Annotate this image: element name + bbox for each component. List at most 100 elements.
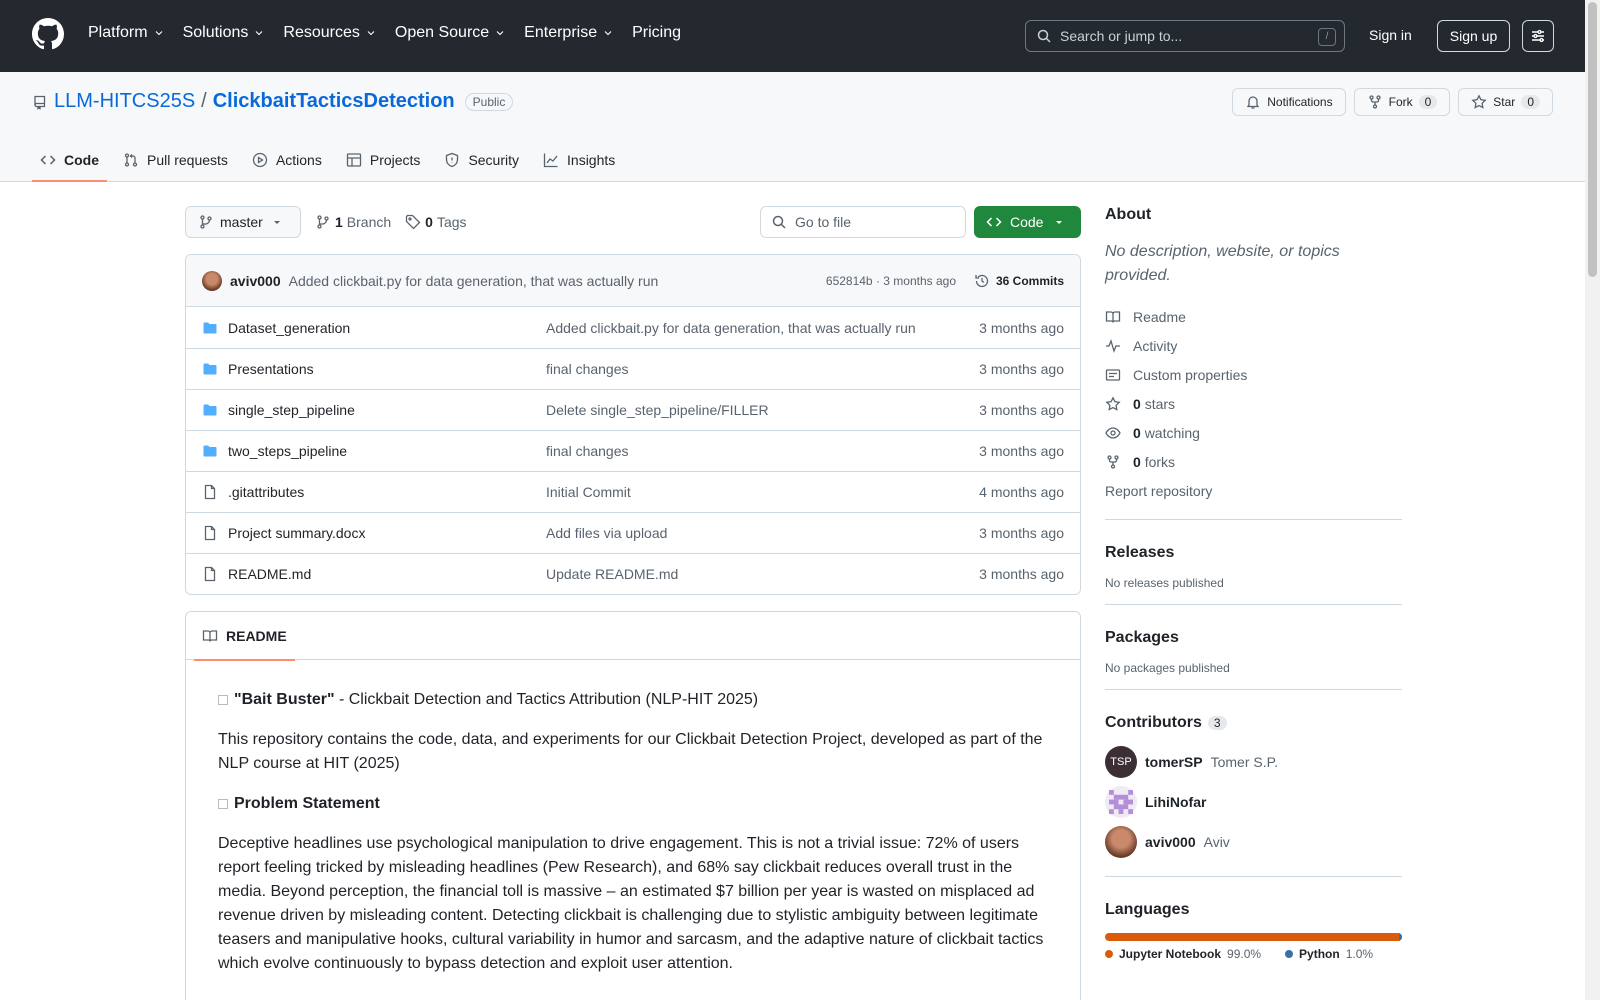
file-name-link[interactable]: Project summary.docx bbox=[228, 525, 546, 541]
chevron-down-icon bbox=[604, 31, 612, 36]
page-scrollbar[interactable] bbox=[1585, 0, 1600, 1000]
nav-resources[interactable]: Resources bbox=[283, 24, 376, 42]
git-branch-icon bbox=[317, 215, 329, 229]
tab-insights[interactable]: Insights bbox=[535, 138, 623, 182]
github-logo-icon[interactable] bbox=[32, 18, 64, 50]
star-button[interactable]: Star 0 bbox=[1458, 88, 1553, 116]
commits-history-link[interactable]: 36 Commits bbox=[974, 273, 1064, 289]
file-commit-date: 3 months ago bbox=[979, 361, 1064, 377]
tab-code[interactable]: Code bbox=[32, 138, 107, 182]
graph-icon bbox=[543, 153, 558, 168]
readme-tab[interactable]: README bbox=[194, 612, 295, 661]
repo-owner-link[interactable]: LLM-HITCS25S bbox=[54, 90, 195, 113]
file-commit-message-link[interactable]: Add files via upload bbox=[546, 525, 966, 541]
file-commit-message-link[interactable]: Update README.md bbox=[546, 566, 966, 582]
fork-button[interactable]: Fork 0 bbox=[1353, 88, 1451, 116]
file-row[interactable]: Presentations final changes 3 months ago bbox=[186, 348, 1080, 389]
file-commit-date: 3 months ago bbox=[979, 525, 1064, 541]
contributors-heading[interactable]: Contributors 3 bbox=[1105, 714, 1402, 732]
releases-section: Releases No releases published bbox=[1105, 519, 1402, 590]
nav-enterprise[interactable]: Enterprise bbox=[524, 24, 614, 42]
go-to-file-input[interactable]: Go to file bbox=[760, 206, 966, 238]
file-name-link[interactable]: Dataset_generation bbox=[228, 320, 546, 336]
language-bar-python-segment bbox=[1399, 933, 1402, 941]
file-commit-date: 3 months ago bbox=[979, 319, 1064, 336]
file-list: Dataset_generation Added clickbait.py for… bbox=[186, 307, 1080, 594]
stars-link[interactable]: 0 stars bbox=[1105, 389, 1402, 418]
file-name-link[interactable]: .gitattributes bbox=[228, 484, 546, 500]
packages-empty-text: No packages published bbox=[1105, 661, 1230, 675]
book-icon bbox=[1105, 310, 1121, 323]
file-row[interactable]: Dataset_generation Added clickbait.py for… bbox=[186, 307, 1080, 348]
file-row[interactable]: two_steps_pipeline final changes 3 months … bbox=[186, 430, 1080, 471]
nav-open-source[interactable]: Open Source bbox=[395, 24, 506, 42]
file-commit-message-link[interactable]: Delete single_step_pipeline/FILLER bbox=[546, 402, 966, 418]
file-commit-message-link[interactable]: Added clickbait.py for data generation, … bbox=[546, 320, 966, 336]
shield-icon bbox=[446, 152, 459, 168]
tab-pull-requests[interactable]: Pull requests bbox=[115, 138, 236, 182]
file-name-link[interactable]: two_steps_pipeline bbox=[228, 443, 546, 459]
file-row[interactable]: Project summary.docx Add files via upload… bbox=[186, 512, 1080, 553]
report-repository-link[interactable]: Report repository bbox=[1105, 476, 1402, 505]
avatar[interactable] bbox=[202, 270, 222, 291]
history-icon bbox=[975, 274, 989, 288]
contributor-item[interactable]: LihiNofar bbox=[1105, 782, 1402, 822]
notifications-button[interactable]: Notifications bbox=[1232, 88, 1346, 116]
file-icon bbox=[204, 566, 216, 582]
file-commit-message-link[interactable]: Initial Commit bbox=[546, 484, 966, 500]
chevron-down-icon bbox=[256, 31, 263, 36]
watching-link[interactable]: 0 watching bbox=[1105, 418, 1402, 447]
file-commit-message-link[interactable]: final changes bbox=[546, 443, 966, 459]
releases-heading[interactable]: Releases bbox=[1105, 544, 1402, 562]
repo-name-link[interactable]: ClickbaitTacticsDetection bbox=[213, 90, 455, 113]
sign-in-link[interactable]: Sign in bbox=[1369, 27, 1412, 43]
packages-heading[interactable]: Packages bbox=[1105, 629, 1402, 647]
code-dropdown-button[interactable]: Code bbox=[974, 206, 1081, 238]
scrollbar-thumb[interactable] bbox=[1588, 2, 1597, 277]
file-row[interactable]: .gitattributes Initial Commit 4 months ago bbox=[186, 471, 1080, 512]
avatar: TSP bbox=[1105, 746, 1137, 778]
nav-platform[interactable]: Platform bbox=[88, 24, 165, 42]
branches-link[interactable]: 1 Branch bbox=[315, 214, 391, 230]
repo-header: LLM-HITCS25S / ClickbaitTacticsDetection… bbox=[0, 72, 1585, 182]
file-row[interactable]: single_step_pipeline Delete single_step_p… bbox=[186, 389, 1080, 430]
language-item[interactable]: Jupyter Notebook 99.0% bbox=[1105, 947, 1261, 961]
sliders-icon bbox=[1532, 29, 1544, 43]
readme-title: "Bait Buster" - Clickbait Detection and … bbox=[218, 688, 1048, 712]
branch-selector[interactable]: master bbox=[185, 206, 301, 238]
commit-message-link[interactable]: Added clickbait.py for data generation, … bbox=[289, 273, 659, 289]
commit-author-link[interactable]: aviv000 bbox=[230, 273, 281, 289]
repo-title: LLM-HITCS25S / ClickbaitTacticsDetection… bbox=[32, 90, 514, 113]
file-name-link[interactable]: README.md bbox=[228, 566, 546, 582]
folder-icon bbox=[203, 363, 217, 375]
nav-solutions[interactable]: Solutions bbox=[183, 24, 266, 42]
sign-up-button[interactable]: Sign up bbox=[1437, 20, 1510, 52]
contributor-item[interactable]: TSP tomerSP Tomer S.P. bbox=[1105, 742, 1402, 782]
tab-actions[interactable]: Actions bbox=[244, 138, 330, 182]
language-list: Jupyter Notebook 99.0% Python 1.0% bbox=[1105, 947, 1402, 961]
readme-link[interactable]: Readme bbox=[1105, 302, 1402, 331]
nav-pricing[interactable]: Pricing bbox=[632, 24, 681, 42]
forks-link[interactable]: 0 forks bbox=[1105, 447, 1402, 476]
book-icon bbox=[202, 629, 218, 642]
contributor-item[interactable]: aviv000 Aviv bbox=[1105, 822, 1402, 862]
tab-projects[interactable]: Projects bbox=[338, 138, 429, 182]
repo-tabs: Code Pull requests Actions Projects Secu… bbox=[32, 138, 631, 182]
file-commit-message-link[interactable]: final changes bbox=[546, 361, 966, 377]
tab-security[interactable]: Security bbox=[436, 138, 527, 182]
custom-properties-link[interactable]: Custom properties bbox=[1105, 360, 1402, 389]
readme-heading: Problem Statement bbox=[218, 792, 1048, 816]
caret-down-icon bbox=[273, 221, 280, 224]
global-search-input[interactable]: Search or jump to... / bbox=[1025, 20, 1345, 52]
commit-hash-and-time[interactable]: 652814b · 3 months ago bbox=[826, 274, 956, 288]
settings-menu-button[interactable] bbox=[1522, 20, 1554, 52]
file-row[interactable]: README.md Update README.md 3 months ago bbox=[186, 553, 1080, 594]
file-name-link[interactable]: single_step_pipeline bbox=[228, 402, 546, 418]
tags-link[interactable]: 0 Tags bbox=[405, 214, 467, 230]
activity-link[interactable]: Activity bbox=[1105, 331, 1402, 360]
identicon-icon bbox=[1109, 790, 1133, 814]
contributors-counter: 3 bbox=[1207, 716, 1227, 730]
file-name-link[interactable]: Presentations bbox=[228, 361, 546, 377]
slash-shortcut-hint: / bbox=[1318, 28, 1336, 46]
language-item[interactable]: Python 1.0% bbox=[1285, 947, 1373, 961]
